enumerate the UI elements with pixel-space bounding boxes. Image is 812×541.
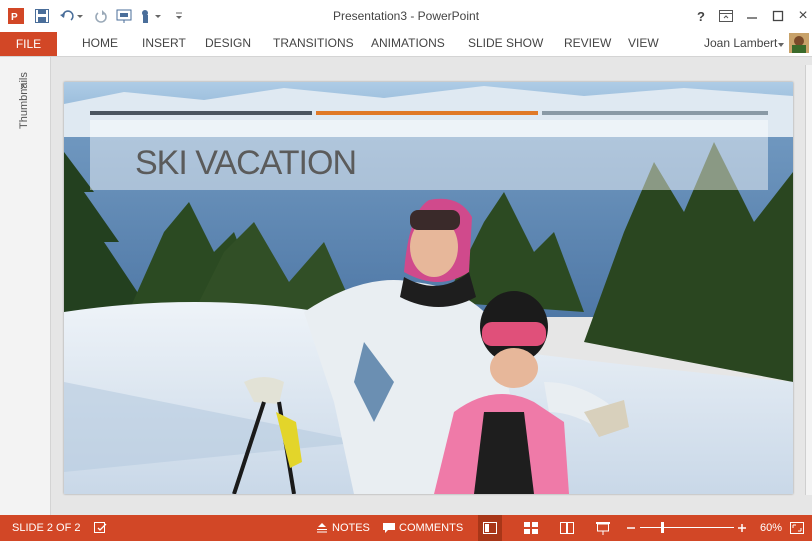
tab-transitions[interactable]: TRANSITIONS xyxy=(273,36,354,50)
zoom-slider-thumb[interactable] xyxy=(661,522,664,533)
thumbnails-label[interactable]: Thumbnails xyxy=(18,72,30,129)
tab-slide-show[interactable]: SLIDE SHOW xyxy=(468,36,543,50)
accent-bar-left xyxy=(90,111,312,115)
tab-insert[interactable]: INSERT xyxy=(142,36,186,50)
close-button[interactable]: × xyxy=(794,6,812,26)
user-account-name[interactable]: Joan Lambert xyxy=(704,36,777,50)
notes-label: NOTES xyxy=(332,522,370,534)
slide-show-view-icon[interactable] xyxy=(596,515,610,541)
slide-title[interactable]: SKI VACATION xyxy=(135,144,357,183)
comments-button[interactable]: COMMENTS xyxy=(383,515,463,541)
zoom-slider-track[interactable] xyxy=(640,527,734,528)
ribbon-tabs: FILE HOME INSERT DESIGN TRANSITIONS ANIM… xyxy=(0,32,812,57)
account-dropdown-icon[interactable] xyxy=(777,38,785,52)
editing-workspace: › Thumbnails SKI VACATION xyxy=(0,57,812,515)
title-bar: P Presentation3 - PowerPoint ? × xyxy=(0,0,812,32)
normal-view-icon[interactable] xyxy=(478,515,502,541)
comments-label: COMMENTS xyxy=(399,522,464,534)
maximize-icon[interactable] xyxy=(768,6,788,26)
accent-bar-middle xyxy=(316,111,538,115)
tab-design[interactable]: DESIGN xyxy=(205,36,251,50)
help-button[interactable]: ? xyxy=(692,6,710,26)
tab-review[interactable]: REVIEW xyxy=(564,36,611,50)
zoom-level[interactable]: 60% xyxy=(760,515,782,541)
avatar[interactable] xyxy=(789,33,809,56)
notes-button[interactable]: NOTES xyxy=(316,515,370,541)
tab-animations[interactable]: ANIMATIONS xyxy=(371,36,445,50)
fit-slide-to-window-icon[interactable] xyxy=(790,515,804,541)
status-bar: SLIDE 2 OF 2 NOTES COMMENTS 60% xyxy=(0,515,812,541)
tab-home[interactable]: HOME xyxy=(82,36,118,50)
spell-check-icon[interactable] xyxy=(94,515,108,541)
zoom-in-icon[interactable] xyxy=(737,515,747,541)
slide-indicator[interactable]: SLIDE 2 OF 2 xyxy=(12,515,80,541)
window-title: Presentation3 - PowerPoint xyxy=(332,9,480,23)
zoom-out-icon[interactable] xyxy=(626,515,636,541)
notes-icon xyxy=(317,523,327,533)
reading-view-icon[interactable] xyxy=(560,515,574,541)
comments-icon xyxy=(383,522,395,533)
minimize-icon[interactable] xyxy=(742,6,762,26)
tab-view[interactable]: VIEW xyxy=(628,36,659,50)
tab-file[interactable]: FILE xyxy=(0,32,57,56)
slide-sorter-view-icon[interactable] xyxy=(524,515,538,541)
ribbon-display-options-icon[interactable] xyxy=(716,6,736,26)
task-pane-edge xyxy=(805,65,812,495)
accent-bar-right xyxy=(542,111,768,115)
thumbnails-pane: › Thumbnails xyxy=(0,57,51,515)
slide-canvas[interactable]: SKI VACATION xyxy=(64,82,793,494)
